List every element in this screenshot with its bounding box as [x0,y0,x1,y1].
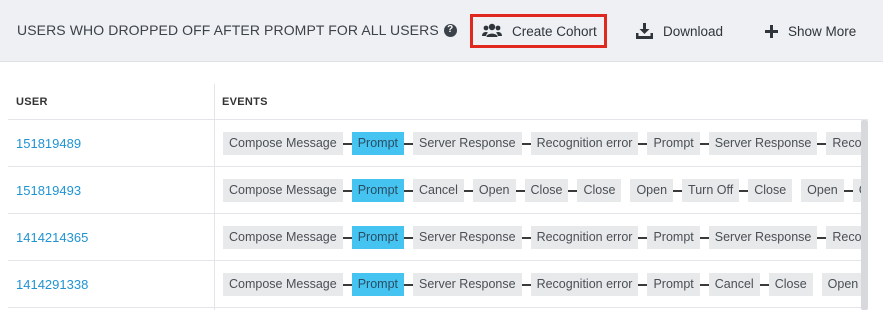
event-chip[interactable]: Close [748,179,793,202]
event-connector [673,189,683,192]
event-sequence: Compose Message Prompt Server Response Reco… [223,273,862,296]
event-chip-highlighted[interactable]: Prompt [351,179,404,202]
event-chip[interactable]: Server Response [413,226,522,249]
event-connector [515,189,525,192]
event-connector [638,142,648,145]
event-chip[interactable]: Prompt [647,226,700,249]
event-connector [521,236,531,239]
event-connector [521,283,531,286]
event-connector [521,142,531,145]
event-connector [792,190,801,192]
event-connector [404,283,413,286]
event-chip-highlighted[interactable]: Prompt [351,132,404,155]
event-connector [843,189,853,192]
event-connector [342,283,352,286]
event-connector [342,236,352,239]
event-connector [404,189,413,192]
event-chip[interactable]: Recognition error [826,226,862,249]
event-connector [463,189,473,192]
event-chip-highlighted[interactable]: Prompt [351,273,404,296]
report-title-text: USERS WHO DROPPED OFF AFTER PROMPT FOR A… [17,22,439,38]
create-cohort-label: Create Cohort [512,23,597,39]
event-chip[interactable]: Open [630,179,674,202]
users-group-icon [482,23,502,37]
event-chip[interactable]: Cancel [708,273,760,296]
event-chip[interactable]: Server Response [708,132,818,155]
event-chip[interactable]: Recognition error [530,273,639,296]
event-connector [621,190,630,192]
event-connector [817,142,827,145]
event-connector [404,142,413,145]
event-chip[interactable]: Server Response [413,273,522,296]
event-chip[interactable]: Cancel [413,179,464,202]
download-label: Download [663,23,724,39]
event-chip[interactable]: Compose Message [223,132,343,155]
event-connector [813,284,822,286]
user-id-link[interactable]: 1414214365 [16,230,88,245]
show-more-label: Show More [788,23,857,39]
event-connector [638,283,648,286]
event-connector [699,283,709,286]
event-connector [699,142,709,145]
event-connector [759,283,769,286]
table-row: 151819493 Compose Message Prompt Cancel Ope… [8,167,868,214]
event-connector [342,189,352,192]
event-chip[interactable]: Turn Off [682,179,740,202]
download-button[interactable]: Download [636,14,723,48]
event-chip[interactable]: Open [472,179,516,202]
event-connector [817,236,827,239]
event-connector [699,236,709,239]
column-header-user: USER [16,96,48,108]
plus-icon [765,24,778,38]
event-chip[interactable]: Close [768,273,813,296]
event-chip[interactable]: Prompt [647,273,700,296]
event-chip[interactable]: Server Response [413,132,522,155]
event-sequence: Compose Message Prompt Server Response Reco… [223,132,862,155]
event-sequence: Compose Message Prompt Server Response Reco… [223,226,862,249]
download-icon [636,23,653,39]
event-chip-highlighted[interactable]: Prompt [351,226,404,249]
create-cohort-button[interactable]: Create Cohort [470,14,607,48]
event-chip[interactable]: Compose Message [223,179,343,202]
table-row: 151819489 Compose Message Prompt Server Re… [8,120,868,167]
event-chip[interactable]: Compose Message [223,226,343,249]
event-chip[interactable]: Server Response [708,226,818,249]
show-more-button[interactable]: Show More [765,14,856,48]
column-header-events: EVENTS [222,96,268,108]
event-connector [404,236,413,239]
event-connector [568,189,578,192]
event-sequence: Compose Message Prompt Cancel Open Close Clos… [223,179,862,202]
report-title: USERS WHO DROPPED OFF AFTER PROMPT FOR A… [17,22,457,38]
user-id-link[interactable]: 151819493 [16,183,81,198]
event-chip[interactable]: Prompt [647,132,700,155]
event-connector [739,189,749,192]
user-id-link[interactable]: 151819489 [16,136,81,151]
event-connector [638,236,648,239]
event-chip[interactable]: Close [524,179,569,202]
vertical-scrollbar[interactable] [861,120,868,310]
event-chip[interactable]: Recognition error [530,226,639,249]
event-chip[interactable]: Recognition error [826,132,862,155]
table-row: 1414291338 Compose Message Prompt Server R… [8,261,868,308]
event-chip[interactable]: Open [821,273,862,296]
event-chip[interactable]: Close [577,179,622,202]
event-chip[interactable]: Open [801,179,844,202]
help-icon[interactable]: ? [443,23,457,37]
event-chip[interactable]: Recognition error [530,132,639,155]
report-header: USERS WHO DROPPED OFF AFTER PROMPT FOR A… [0,0,883,62]
event-chip[interactable]: Compose Message [223,273,343,296]
table-row: 1414214365 Compose Message Prompt Server R… [8,214,868,261]
event-connector [342,142,352,145]
user-id-link[interactable]: 1414291338 [16,277,88,292]
